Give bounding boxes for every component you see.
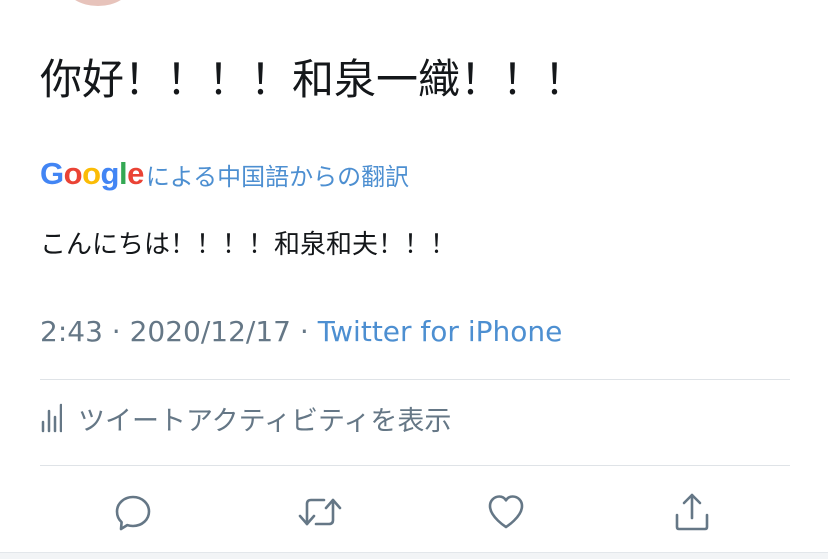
meta-separator: · <box>290 315 318 348</box>
retweet-button[interactable] <box>296 488 344 536</box>
tweet-activity-button[interactable]: ツイートアクティビティを表示 <box>40 396 451 440</box>
tweet-time: 2:43 <box>40 315 103 348</box>
meta-separator: · <box>102 315 130 348</box>
google-logo-letter: G <box>40 156 64 191</box>
avatar[interactable] <box>66 0 130 6</box>
share-icon <box>675 493 709 531</box>
tweet-text: 你好！！！！和泉一織！！！ <box>40 55 587 104</box>
bar-chart-icon <box>41 403 62 433</box>
tweet-activity-label: ツイートアクティビティを表示 <box>78 405 452 437</box>
tweet-source-link[interactable]: Twitter for iPhone <box>318 315 563 348</box>
reply-button[interactable] <box>109 488 157 536</box>
divider <box>40 379 790 380</box>
translation-label[interactable]: による中国語からの翻訳 <box>146 157 409 192</box>
google-logo-letter: o <box>63 156 83 191</box>
translation-attribution: Google による中国語からの翻訳 <box>40 154 409 194</box>
google-logo-letter: l <box>118 156 128 191</box>
tweet-action-bar <box>0 488 828 536</box>
tweet-meta: 2:43 · 2020/12/17 · Twitter for iPhone <box>40 312 562 352</box>
tweet-date: 2020/12/17 <box>129 315 291 348</box>
retweet-icon <box>298 498 342 526</box>
divider <box>40 465 790 466</box>
google-logo-letter: e <box>127 156 144 191</box>
share-button[interactable] <box>668 488 716 536</box>
google-logo: Google <box>40 156 144 192</box>
like-button[interactable] <box>482 488 530 536</box>
google-logo-letter: o <box>82 156 101 191</box>
google-logo-letter: g <box>100 156 120 191</box>
heart-icon <box>488 495 524 529</box>
translated-text: こんにちは！！！！和泉和夫！！！ <box>40 230 457 260</box>
reply-icon <box>115 495 151 531</box>
